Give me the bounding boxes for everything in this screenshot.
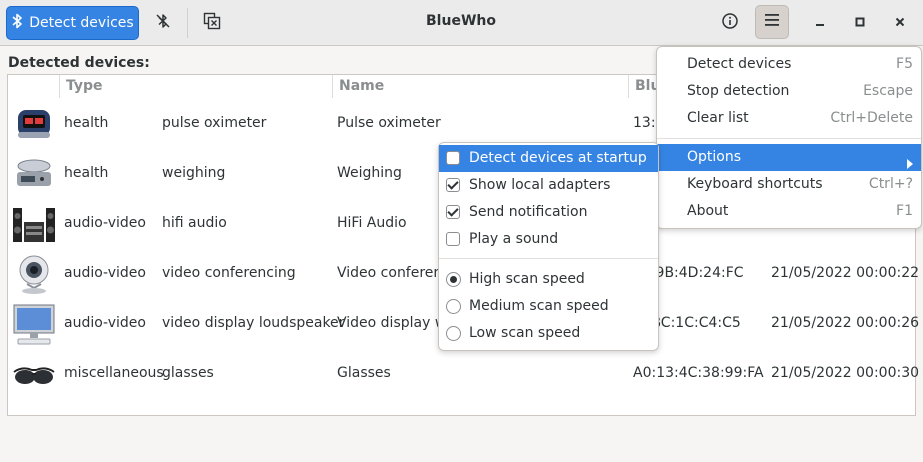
detected-devices-label: Detected devices: bbox=[8, 55, 150, 71]
menu-item-shortcut: Escape bbox=[863, 83, 913, 99]
icon-column-header[interactable] bbox=[8, 75, 60, 98]
device-address: A0:13:4C:38:99:FA bbox=[633, 365, 764, 381]
stop-detection-button[interactable] bbox=[146, 6, 180, 40]
menu-item-options[interactable]: Options bbox=[657, 144, 921, 171]
device-subtype: video display loudspeaker bbox=[162, 315, 345, 331]
detect-devices-label: Detect devices bbox=[29, 15, 134, 31]
maximize-icon bbox=[855, 15, 865, 31]
option-label: Send notification bbox=[469, 204, 588, 220]
radio-button[interactable] bbox=[446, 299, 461, 314]
menu-item-about[interactable]: About F1 bbox=[657, 198, 921, 225]
bluetooth-disabled-icon bbox=[155, 13, 171, 33]
bluetooth-icon bbox=[11, 13, 23, 33]
minimize-icon bbox=[815, 15, 825, 31]
option-label: Medium scan speed bbox=[469, 298, 609, 314]
menu-item-shortcut: Ctrl+Delete bbox=[830, 110, 913, 126]
menu-item-label: About bbox=[687, 203, 729, 219]
menu-item-label: Stop detection bbox=[687, 83, 790, 99]
options-submenu: Detect devices at startup Show local ada… bbox=[438, 142, 659, 351]
option-low-scan-speed[interactable]: Low scan speed bbox=[439, 320, 658, 347]
option-send-notification[interactable]: Send notification bbox=[439, 199, 658, 226]
option-label: Low scan speed bbox=[469, 325, 581, 341]
device-type: audio-video bbox=[64, 215, 146, 231]
device-name: Video conferenc bbox=[337, 265, 450, 281]
device-subtype: hifi audio bbox=[162, 215, 227, 231]
option-label: Play a sound bbox=[469, 231, 559, 247]
menu-item-shortcut: Ctrl+? bbox=[868, 176, 913, 192]
menu-item-label: Detect devices bbox=[687, 56, 792, 72]
device-type: health bbox=[64, 165, 109, 181]
device-time: 21/05/2022 00:00:22 bbox=[771, 265, 920, 281]
device-subtype: video conferencing bbox=[162, 265, 296, 281]
info-icon bbox=[722, 13, 738, 33]
glasses-icon bbox=[12, 352, 56, 396]
device-subtype: pulse oximeter bbox=[162, 115, 267, 131]
option-show-local-adapters[interactable]: Show local adapters bbox=[439, 172, 658, 199]
device-name: Glasses bbox=[337, 365, 391, 381]
header-separator bbox=[187, 8, 188, 38]
pulse-oximeter-icon bbox=[12, 102, 56, 146]
device-name: Pulse oximeter bbox=[337, 115, 441, 131]
radio-button[interactable] bbox=[446, 272, 461, 287]
option-label: Detect devices at startup bbox=[469, 150, 647, 166]
checkbox[interactable] bbox=[446, 178, 460, 192]
close-icon bbox=[895, 15, 905, 31]
menu-item-label: Keyboard shortcuts bbox=[687, 176, 823, 192]
device-type: audio-video bbox=[64, 265, 146, 281]
detect-devices-button[interactable]: Detect devices bbox=[6, 6, 139, 40]
device-type: miscellaneous bbox=[64, 365, 164, 381]
option-play-sound[interactable]: Play a sound bbox=[439, 226, 658, 253]
main-menu-button[interactable] bbox=[755, 5, 789, 39]
checkbox[interactable] bbox=[446, 151, 460, 165]
hifi-speakers-icon bbox=[12, 202, 56, 246]
menu-item-stop-detection[interactable]: Stop detection Escape bbox=[657, 78, 921, 105]
device-name: Weighing bbox=[337, 165, 402, 181]
window-title: BlueWho bbox=[426, 13, 496, 29]
option-label: Show local adapters bbox=[469, 177, 611, 193]
main-menu-popover: Detect devices F5 Stop detection Escape … bbox=[656, 46, 922, 229]
menu-separator bbox=[657, 138, 921, 139]
device-name: Video display wi bbox=[337, 315, 451, 331]
menu-item-label: Options bbox=[687, 149, 742, 165]
monitor-icon bbox=[12, 302, 56, 346]
menu-item-clear-list[interactable]: Clear list Ctrl+Delete bbox=[657, 105, 921, 132]
checkbox[interactable] bbox=[446, 232, 460, 246]
hamburger-menu-icon bbox=[764, 13, 780, 31]
option-high-scan-speed[interactable]: High scan speed bbox=[439, 266, 658, 293]
option-medium-scan-speed[interactable]: Medium scan speed bbox=[439, 293, 658, 320]
menu-item-shortcut: F5 bbox=[896, 56, 913, 72]
weighing-scale-icon bbox=[12, 152, 56, 196]
clear-list-icon bbox=[203, 12, 221, 34]
close-button[interactable] bbox=[883, 6, 917, 40]
about-button[interactable] bbox=[713, 6, 747, 40]
device-type: health bbox=[64, 115, 109, 131]
menu-item-keyboard-shortcuts[interactable]: Keyboard shortcuts Ctrl+? bbox=[657, 171, 921, 198]
option-label: High scan speed bbox=[469, 271, 585, 287]
device-time: 21/05/2022 00:00:30 bbox=[771, 365, 920, 381]
minimize-button[interactable] bbox=[803, 6, 837, 40]
device-time: 21/05/2022 00:00:26 bbox=[771, 315, 920, 331]
menu-item-detect-devices[interactable]: Detect devices F5 bbox=[657, 51, 921, 78]
name-column-header[interactable]: Name bbox=[333, 75, 629, 98]
device-type: audio-video bbox=[64, 315, 146, 331]
device-subtype: glasses bbox=[162, 365, 214, 381]
maximize-button[interactable] bbox=[843, 6, 877, 40]
webcam-icon bbox=[12, 252, 56, 296]
device-subtype: weighing bbox=[162, 165, 226, 181]
device-name: HiFi Audio bbox=[337, 215, 407, 231]
menu-separator bbox=[439, 258, 658, 259]
menu-item-label: Clear list bbox=[687, 110, 749, 126]
checkbox[interactable] bbox=[446, 205, 460, 219]
clear-list-button[interactable] bbox=[195, 6, 229, 40]
radio-button[interactable] bbox=[446, 326, 461, 341]
option-detect-at-startup[interactable]: Detect devices at startup bbox=[439, 145, 658, 172]
table-row[interactable]: miscellaneous glasses Glasses A0:13:4C:3… bbox=[8, 349, 919, 399]
menu-item-shortcut: F1 bbox=[896, 203, 913, 219]
type-column-header[interactable]: Type bbox=[60, 75, 333, 98]
